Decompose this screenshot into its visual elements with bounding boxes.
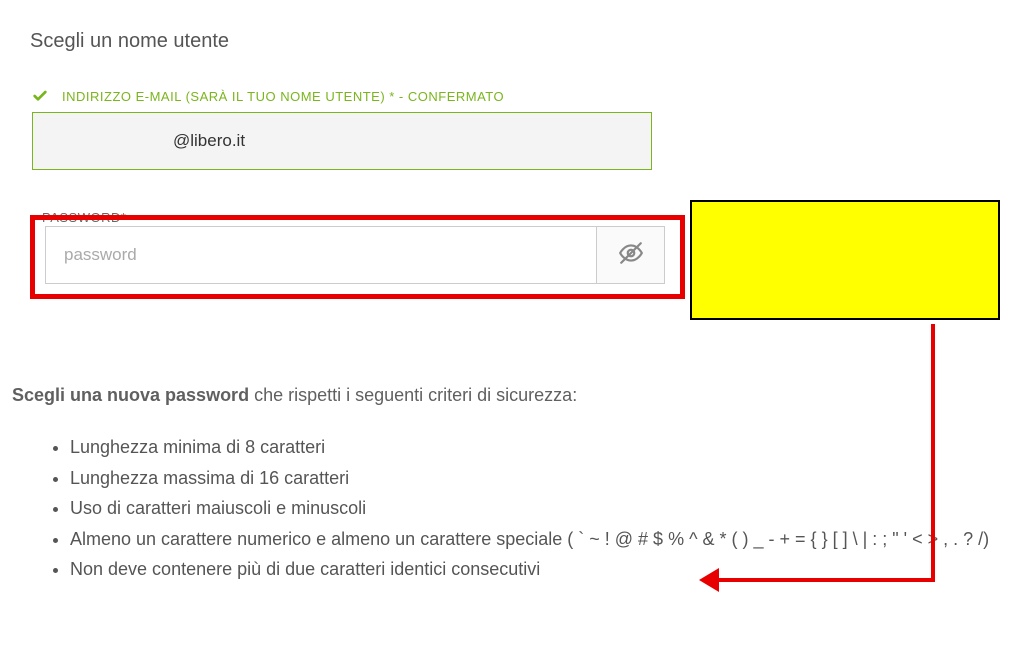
criteria-intro-bold: Scegli una nuova password [12,385,249,405]
email-confirmed-row: INDIRIZZO E-MAIL (SARÀ IL TUO NOME UTENT… [30,88,1004,104]
criteria-item: Almeno un carattere numerico e almeno un… [70,524,1004,555]
annotation-arrow-vertical [931,324,935,581]
criteria-item: Lunghezza minima di 8 caratteri [70,432,1004,463]
check-icon [30,88,50,104]
criteria-list: Lunghezza minima di 8 caratteri Lunghezz… [70,432,1004,585]
eye-slash-icon [618,240,644,271]
criteria-item: Uso di caratteri maiuscoli e minuscoli [70,493,1004,524]
criteria-intro: Scegli una nuova password che rispetti i… [12,385,1004,406]
toggle-password-visibility-button[interactable] [596,227,664,283]
criteria-item: Lunghezza massima di 16 caratteri [70,463,1004,494]
email-domain: @libero.it [173,131,245,150]
email-label: INDIRIZZO E-MAIL (SARÀ IL TUO NOME UTENT… [62,89,504,104]
criteria-intro-rest: che rispetti i seguenti criteri di sicur… [249,385,577,405]
annotation-callout-box [690,200,1000,320]
annotation-highlight-box [30,215,685,299]
email-display-box: @libero.it [32,112,652,170]
password-input-wrap [45,226,665,284]
password-input[interactable] [46,227,596,283]
annotation-arrow-head-icon [699,568,719,592]
annotation-arrow-horizontal [716,578,935,582]
section-title: Scegli un nome utente [30,30,1004,53]
